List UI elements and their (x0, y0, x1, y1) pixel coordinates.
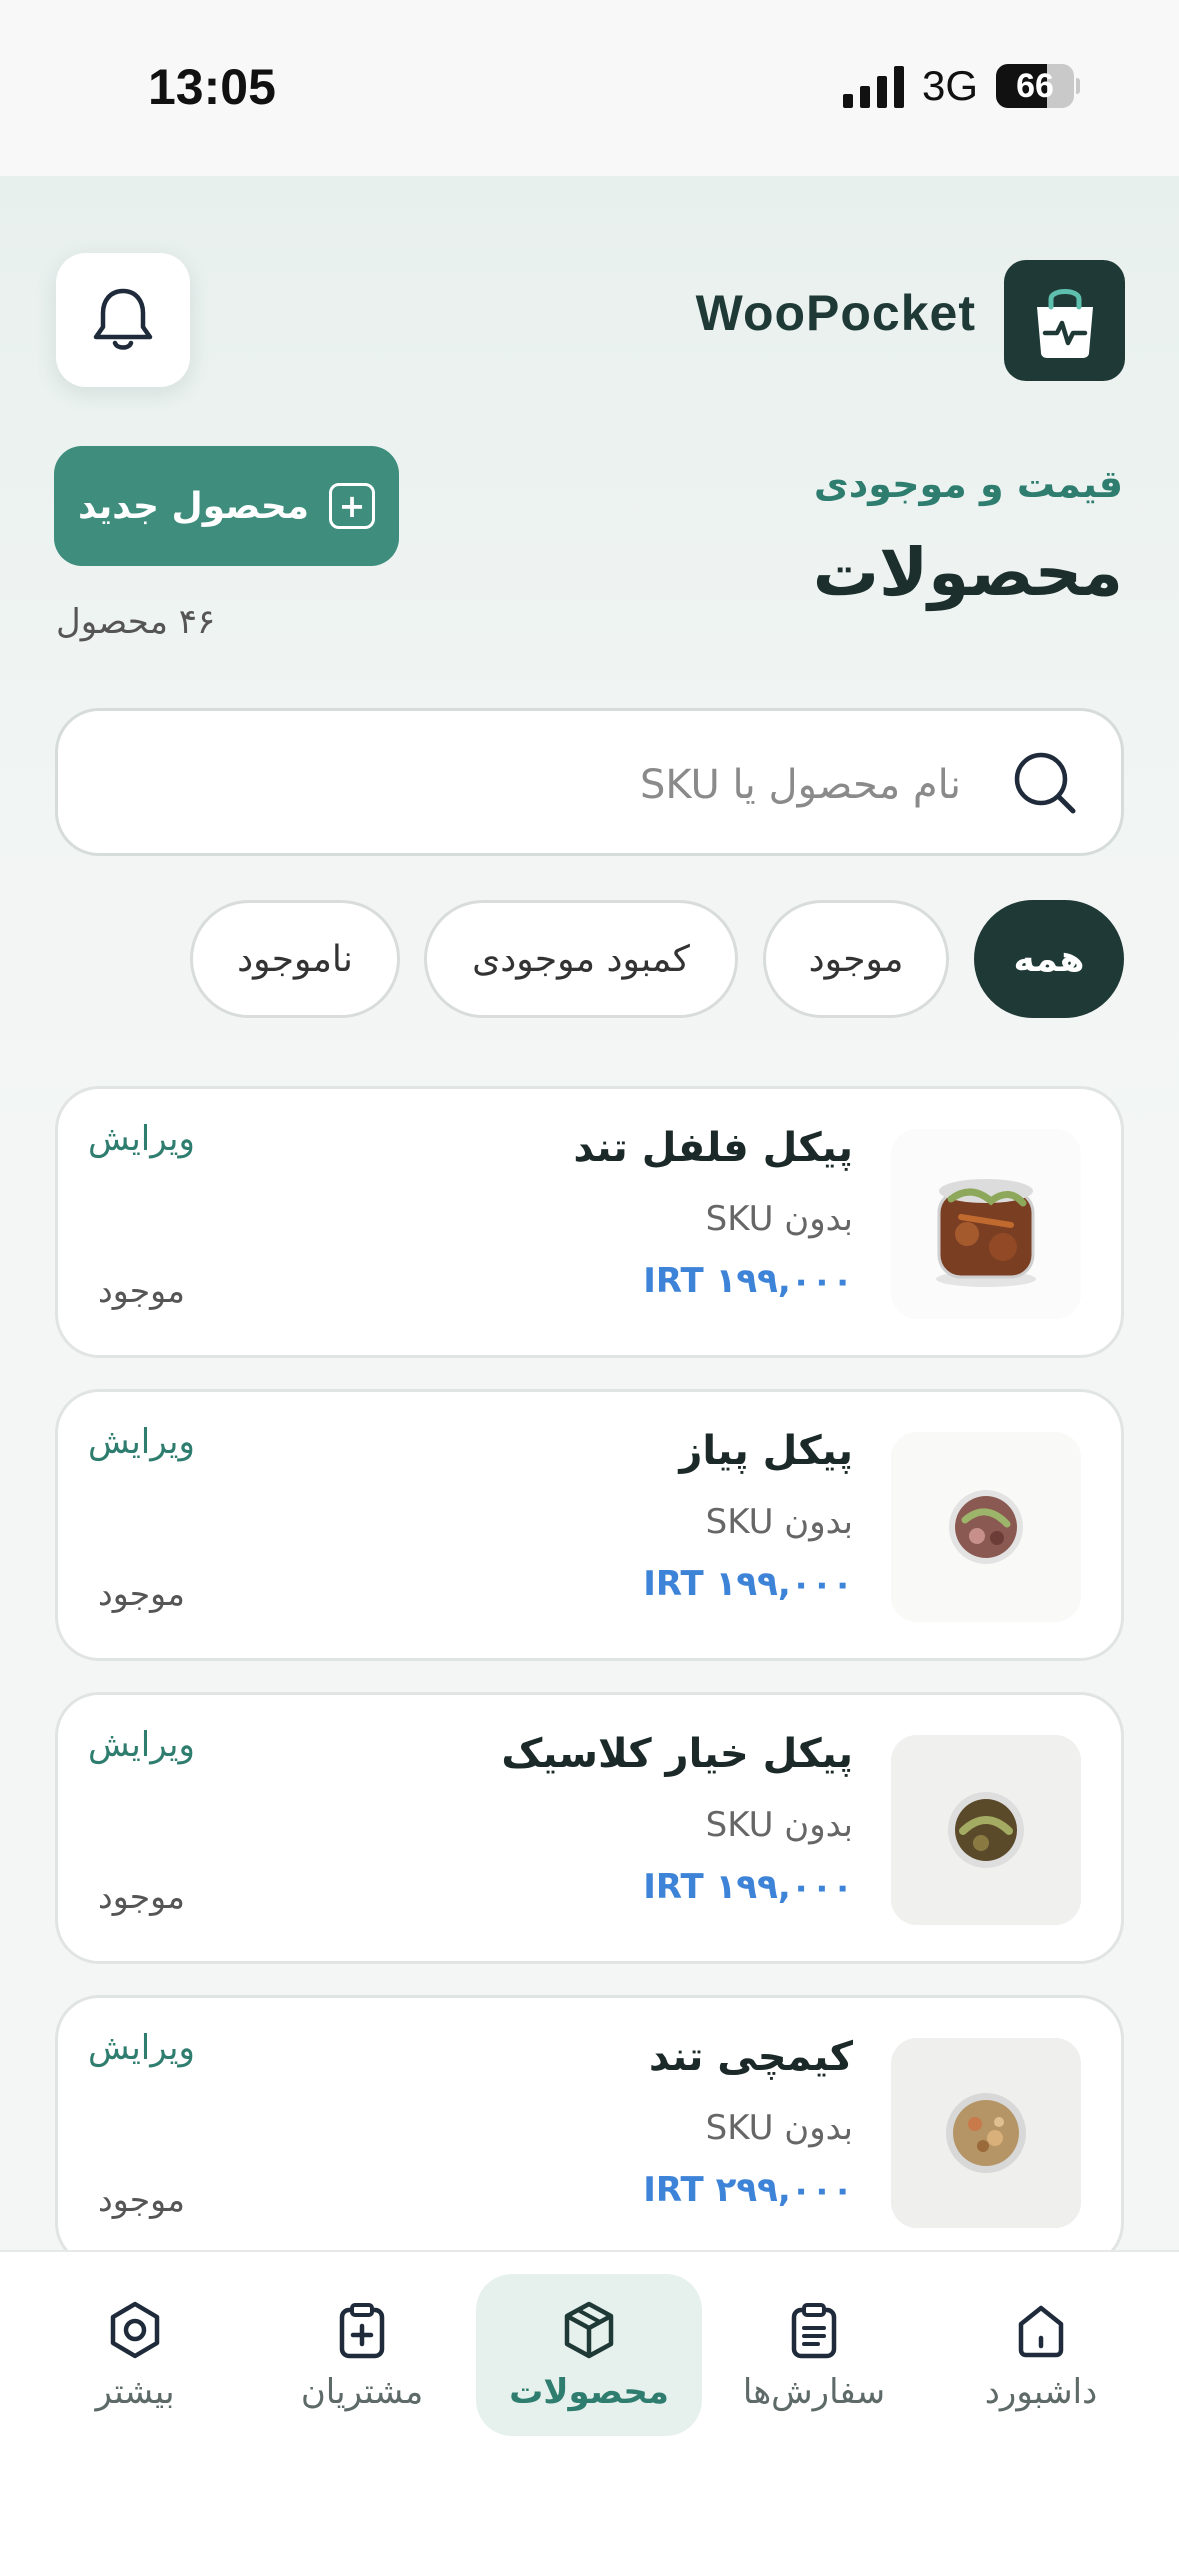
product-sku: بدون SKU (705, 1502, 853, 1542)
clipboard-list-icon (791, 2303, 837, 2359)
product-price: IRT ۲۹۹,۰۰۰ (643, 2170, 853, 2210)
new-product-button[interactable]: + محصول جدید (54, 446, 399, 566)
filter-out-of-stock[interactable]: ناموجود (190, 900, 400, 1018)
product-name: کیمچی تند (648, 2034, 853, 2080)
product-image (891, 2038, 1081, 2228)
shopping-bag-icon (1036, 288, 1093, 358)
new-product-label: محصول جدید (77, 485, 310, 527)
product-card[interactable]: پیکل خیار کلاسیک بدون SKU IRT ۱۹۹,۰۰۰ وی… (55, 1692, 1124, 1964)
product-sku: بدون SKU (705, 1199, 853, 1239)
bell-icon (93, 288, 153, 350)
jar-image (891, 1129, 1081, 1319)
product-price: IRT ۱۹۹,۰۰۰ (643, 1867, 853, 1907)
filter-low-stock-label: کمبود موجودی (472, 938, 690, 980)
edit-link[interactable]: ویرایش (88, 1725, 195, 1765)
plus-icon: + (329, 483, 376, 529)
filter-in-stock-label: موجود (808, 938, 904, 980)
product-image (891, 1735, 1081, 1925)
filter-out-of-stock-label: ناموجود (237, 938, 353, 980)
filter-low-stock[interactable]: کمبود موجودی (424, 900, 738, 1018)
jar-top-view-image (891, 2038, 1081, 2228)
page-kicker: قیمت و موجودی (813, 462, 1123, 506)
product-price: IRT ۱۹۹,۰۰۰ (643, 1261, 853, 1301)
bottom-tab-bar: داشبورد سفارش‌ها محصولات مشتریان (0, 2250, 1179, 2556)
stock-status: موجود (98, 1574, 185, 1613)
product-name: پیکل خیار کلاسیک (501, 1731, 853, 1777)
product-image (891, 1432, 1081, 1622)
filter-all-label: همه (1013, 938, 1085, 980)
product-price: IRT ۱۹۹,۰۰۰ (643, 1564, 853, 1604)
search-icon (1014, 752, 1076, 814)
tab-customers[interactable]: مشتریان (249, 2274, 475, 2436)
edit-link[interactable]: ویرایش (88, 1119, 195, 1159)
notifications-button[interactable] (56, 253, 190, 387)
tab-orders-label: سفارش‌ها (742, 2372, 886, 2412)
network-type: 3G (922, 62, 979, 109)
search-input[interactable] (241, 755, 961, 815)
brand-name: WooPocket (695, 285, 976, 341)
product-card[interactable]: پیکل فلفل تند بدون SKU IRT ۱۹۹,۰۰۰ ویرای… (55, 1086, 1124, 1358)
filter-in-stock[interactable]: موجود (763, 900, 949, 1018)
status-bar: 13:05 3G 66 (0, 0, 1179, 176)
tab-dashboard[interactable]: داشبورد (928, 2274, 1154, 2436)
filter-all[interactable]: همه (974, 900, 1124, 1018)
stock-status: موجود (98, 1877, 185, 1916)
product-card[interactable]: کیمچی تند بدون SKU IRT ۲۹۹,۰۰۰ ویرایش مو… (55, 1995, 1124, 2250)
brand-logo (1004, 260, 1125, 381)
box-icon (564, 2301, 614, 2359)
battery-icon: 66 (996, 64, 1080, 108)
battery-level: 66 (1016, 67, 1054, 105)
hexagon-settings-icon (110, 2301, 160, 2359)
tab-products-label: محصولات (509, 2372, 669, 2412)
tab-products[interactable]: محصولات (476, 2274, 702, 2436)
edit-link[interactable]: ویرایش (88, 1422, 195, 1462)
tab-more-label: بیشتر (95, 2372, 175, 2412)
product-name: پیکل فلفل تند (573, 1125, 853, 1171)
status-time: 13:05 (148, 59, 276, 115)
tab-customers-label: مشتریان (300, 2372, 424, 2412)
search-box (55, 708, 1124, 856)
product-name: پیکل پیاز (679, 1428, 853, 1474)
product-card[interactable]: پیکل پیاز بدون SKU IRT ۱۹۹,۰۰۰ ویرایش مو… (55, 1389, 1124, 1661)
signal-icon (843, 66, 904, 108)
clipboard-plus-icon (339, 2303, 385, 2359)
tab-dashboard-label: داشبورد (984, 2372, 1098, 2412)
home-icon (1018, 2305, 1064, 2358)
tab-more[interactable]: بیشتر (22, 2274, 248, 2436)
product-image (891, 1129, 1081, 1319)
jar-top-view-image (891, 1735, 1081, 1925)
product-count: ۴۶ محصول (56, 602, 216, 642)
products-screen: WooPocket قیمت و موجودی محصولات + محصول … (0, 176, 1179, 2250)
stock-status: موجود (98, 1271, 185, 1310)
edit-link[interactable]: ویرایش (88, 2028, 195, 2068)
tab-orders[interactable]: سفارش‌ها (701, 2274, 927, 2436)
product-sku: بدون SKU (705, 1805, 853, 1845)
jar-top-view-image (891, 1432, 1081, 1622)
stock-status: موجود (98, 2180, 185, 2219)
product-sku: بدون SKU (705, 2108, 853, 2148)
page-title: محصولات (812, 534, 1123, 611)
